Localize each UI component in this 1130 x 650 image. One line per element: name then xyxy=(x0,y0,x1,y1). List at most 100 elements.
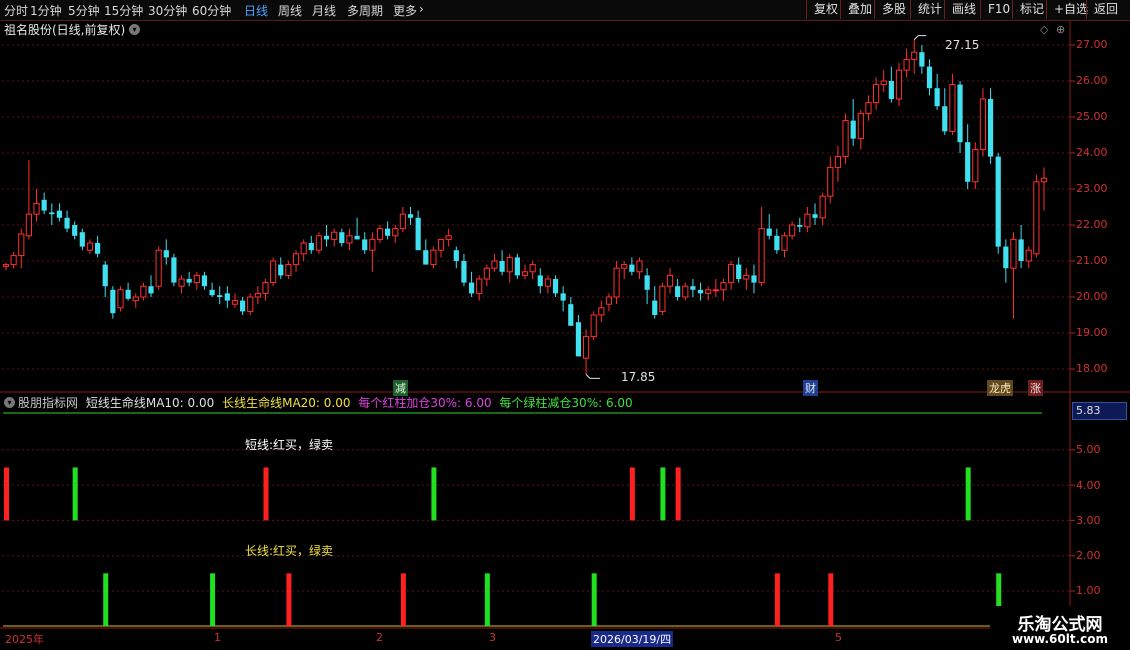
candle-body-up xyxy=(1010,238,1017,269)
draw-line-button[interactable]: 画线 xyxy=(944,0,983,19)
chevron-down-icon[interactable]: ▾ xyxy=(4,397,15,408)
low-pointer xyxy=(585,374,601,379)
candle-body-down xyxy=(453,250,459,261)
candlestick-series xyxy=(2,35,1048,379)
candle-body-up xyxy=(178,278,185,287)
candle-body-down xyxy=(644,275,650,290)
short-sell-bar xyxy=(965,467,971,521)
candle-body-up xyxy=(285,264,292,276)
back-button[interactable]: 返回 xyxy=(1086,0,1125,19)
indicator-tick: 5.00 xyxy=(1076,443,1101,456)
candle-body-up xyxy=(857,112,864,140)
candle-body-up xyxy=(834,156,842,168)
candle-body-up xyxy=(720,282,727,291)
candle-body-down xyxy=(362,239,368,251)
candle-body-up xyxy=(247,296,254,312)
long-line-label: 长线:红买，绿卖 xyxy=(245,544,334,558)
period-tab-60min[interactable]: 60分钟 xyxy=(192,2,231,19)
candle-body-up xyxy=(491,260,498,269)
price-tick: 25.00 xyxy=(1076,110,1108,123)
period-tab-more[interactable]: 更多 xyxy=(393,2,417,19)
candle-body-down xyxy=(934,88,940,107)
period-tab-30min[interactable]: 30分钟 xyxy=(148,2,187,19)
candle-body-up xyxy=(300,242,307,255)
indicator-name[interactable]: 股朋指标网 xyxy=(18,396,78,410)
price-tick: 18.00 xyxy=(1076,362,1108,375)
chevron-right-icon[interactable]: › xyxy=(419,2,424,16)
candle-body-down xyxy=(201,275,208,287)
indicator-item-ma10: 短线生命线MA10: 0.00 xyxy=(85,396,215,410)
price-tick: 24.00 xyxy=(1076,146,1108,159)
candle-body-down xyxy=(1003,246,1009,269)
diamond-icon[interactable]: ◇ xyxy=(1040,23,1048,36)
candle-body-up xyxy=(270,260,277,284)
indicator-tick: 2.00 xyxy=(1076,549,1101,562)
candle-body-down xyxy=(64,217,70,229)
candle-body-up xyxy=(483,267,490,280)
price-tick: 26.00 xyxy=(1076,74,1108,87)
candle-body-down xyxy=(56,210,63,218)
candle-body-down xyxy=(125,289,131,299)
candle-body-up xyxy=(705,289,712,294)
candle-body-up xyxy=(842,120,849,158)
candle-body-down xyxy=(240,300,246,312)
long-buy-bar xyxy=(828,573,834,626)
candle-body-down xyxy=(995,156,1001,247)
candle-body-down xyxy=(560,293,566,301)
candle-body-up xyxy=(781,235,788,251)
candle-body-down xyxy=(850,120,856,139)
event-badge-limit-up[interactable]: 涨 xyxy=(1028,380,1043,396)
period-tab-daily[interactable]: 日线 xyxy=(244,2,268,19)
candle-body-up xyxy=(430,249,437,266)
candle-body-up xyxy=(865,102,872,114)
candle-body-up xyxy=(819,195,826,219)
indicator-item-ma20: 长线生命线MA20: 0.00 xyxy=(222,396,351,410)
event-badge-finance[interactable]: 财 xyxy=(803,380,818,396)
period-tab-monthly[interactable]: 月线 xyxy=(312,2,336,19)
short-buy-bar xyxy=(263,467,269,521)
stock-title[interactable]: 祖名股份(日线,前复权) xyxy=(4,21,125,38)
short-buy-bar xyxy=(629,467,635,521)
signal-bars xyxy=(4,467,1002,626)
candle-body-down xyxy=(461,261,467,283)
multi-stock-button[interactable]: 多股 xyxy=(874,0,913,19)
period-tab-multi[interactable]: 多周期 xyxy=(347,2,383,19)
candle-body-up xyxy=(392,228,399,237)
candle-body-up xyxy=(789,224,796,237)
x-axis-label: 1 xyxy=(214,631,221,644)
x-axis-cursor-date: 2026/03/19/四 xyxy=(591,631,674,647)
candle-body-down xyxy=(308,243,314,251)
period-tab-weekly[interactable]: 周线 xyxy=(278,2,302,19)
candle-body-up xyxy=(659,285,666,312)
candle-body-up xyxy=(682,285,689,298)
chevron-down-icon[interactable]: ▾ xyxy=(129,24,140,35)
high-price-label: 27.15 xyxy=(945,38,980,52)
period-tab-minute[interactable]: 分时 xyxy=(4,2,28,19)
period-tab-1min[interactable]: 1分钟 xyxy=(30,2,62,19)
candle-body-down xyxy=(751,275,757,283)
candle-body-down xyxy=(888,81,894,99)
candle-body-up xyxy=(117,289,124,309)
candle-body-down xyxy=(514,257,520,276)
event-badge-dragon-tiger[interactable]: 龙虎 xyxy=(987,380,1013,396)
candle-body-down xyxy=(224,293,230,301)
candle-body-up xyxy=(331,231,338,240)
x-axis-label: 2025年 xyxy=(5,633,44,646)
candle-body-down xyxy=(797,225,803,227)
indicator-tick: 1.00 xyxy=(1076,584,1101,597)
period-tab-5min[interactable]: 5分钟 xyxy=(68,2,100,19)
candle-body-down xyxy=(552,279,559,294)
candle-body-down xyxy=(354,235,360,240)
candle-body-down xyxy=(774,235,780,251)
candle-body-down xyxy=(736,264,742,279)
candle-body-up xyxy=(437,238,445,251)
candle-body-up xyxy=(1025,249,1032,262)
indicator-header: 股朋指标网 短线生命线MA10: 0.00 长线生命线MA20: 0.00 每个… xyxy=(18,394,637,410)
candle-body-down xyxy=(407,214,414,218)
candle-body-up xyxy=(445,235,452,240)
candle-body-up xyxy=(621,264,628,269)
candle-body-up xyxy=(33,202,40,215)
expand-icon[interactable]: ⊕ xyxy=(1056,23,1065,36)
period-tab-15min[interactable]: 15分钟 xyxy=(104,2,143,19)
price-tick: 27.00 xyxy=(1076,38,1108,51)
